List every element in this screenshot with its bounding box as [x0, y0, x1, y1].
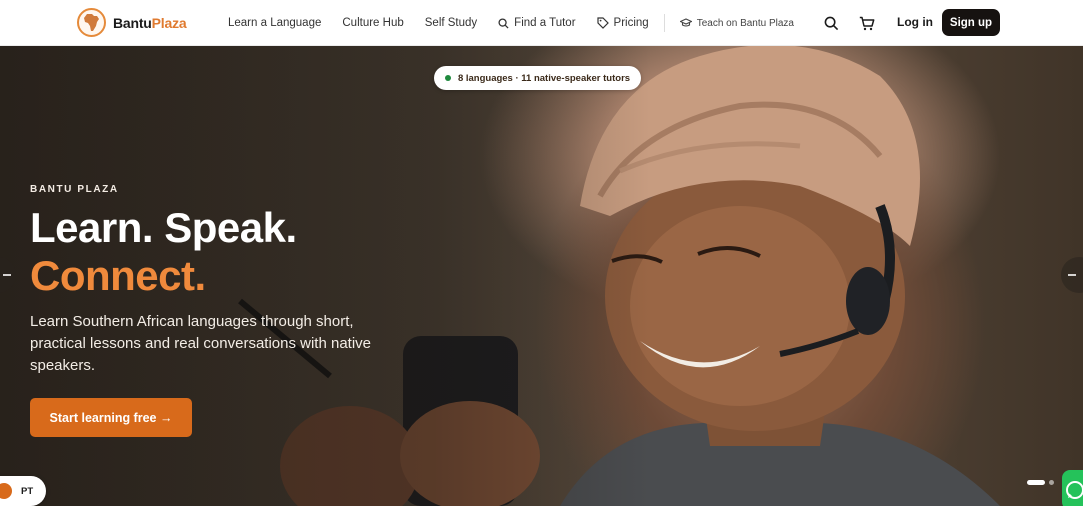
login-link[interactable]: Log in: [897, 15, 933, 29]
cart-icon[interactable]: [857, 13, 877, 33]
whatsapp-button[interactable]: [1062, 470, 1083, 506]
chevron-left-icon: [3, 274, 11, 276]
status-dot: [444, 75, 451, 81]
nav-divider: [663, 14, 665, 32]
hero-subtitle: Learn Southern African languages through…: [30, 313, 372, 374]
brand-name: BantuPlaza: [113, 14, 187, 31]
tag-icon: [596, 17, 609, 29]
stats-badge: 8 languages · 11 native-speaker tutors: [434, 66, 641, 90]
main-nav: Learn a Language Culture Hub Self Study …: [228, 0, 794, 46]
site-header: BantuPlaza Learn a Language Culture Hub …: [0, 0, 1083, 46]
carousel-dot[interactable]: [1049, 480, 1054, 485]
graduation-cap-icon: [679, 18, 692, 27]
hero-section: 8 languages · 11 native-speaker tutors B…: [0, 46, 1083, 506]
brand-logo[interactable]: BantuPlaza: [77, 8, 187, 37]
start-learning-button[interactable]: Start learning free →: [30, 398, 192, 437]
nav-self-study[interactable]: Self Study: [425, 17, 477, 29]
nav-pricing[interactable]: Pricing: [596, 17, 649, 29]
nav-culture-hub[interactable]: Culture Hub: [342, 17, 403, 29]
africa-map-icon: [77, 8, 106, 37]
whatsapp-icon: [1066, 481, 1083, 499]
hero-eyebrow: BANTU PLAZA: [30, 184, 119, 195]
language-switcher[interactable]: PT: [0, 476, 46, 506]
search-icon[interactable]: [821, 13, 841, 33]
signup-button[interactable]: Sign up: [942, 9, 1000, 36]
nav-teach-on-bantu-plaza[interactable]: Teach on Bantu Plaza: [679, 18, 794, 29]
hero-headline-accent: Connect.: [30, 252, 206, 299]
carousel-dot-active[interactable]: [1027, 480, 1045, 485]
language-flag-icon: [0, 483, 12, 499]
carousel-dots: [1027, 480, 1054, 485]
nav-find-a-tutor[interactable]: Find a Tutor: [498, 17, 576, 29]
hero-headline: Learn. Speak.: [30, 204, 297, 251]
nav-learn-a-language[interactable]: Learn a Language: [228, 17, 321, 29]
chevron-right-icon: [1068, 274, 1076, 276]
search-icon: [498, 17, 509, 29]
